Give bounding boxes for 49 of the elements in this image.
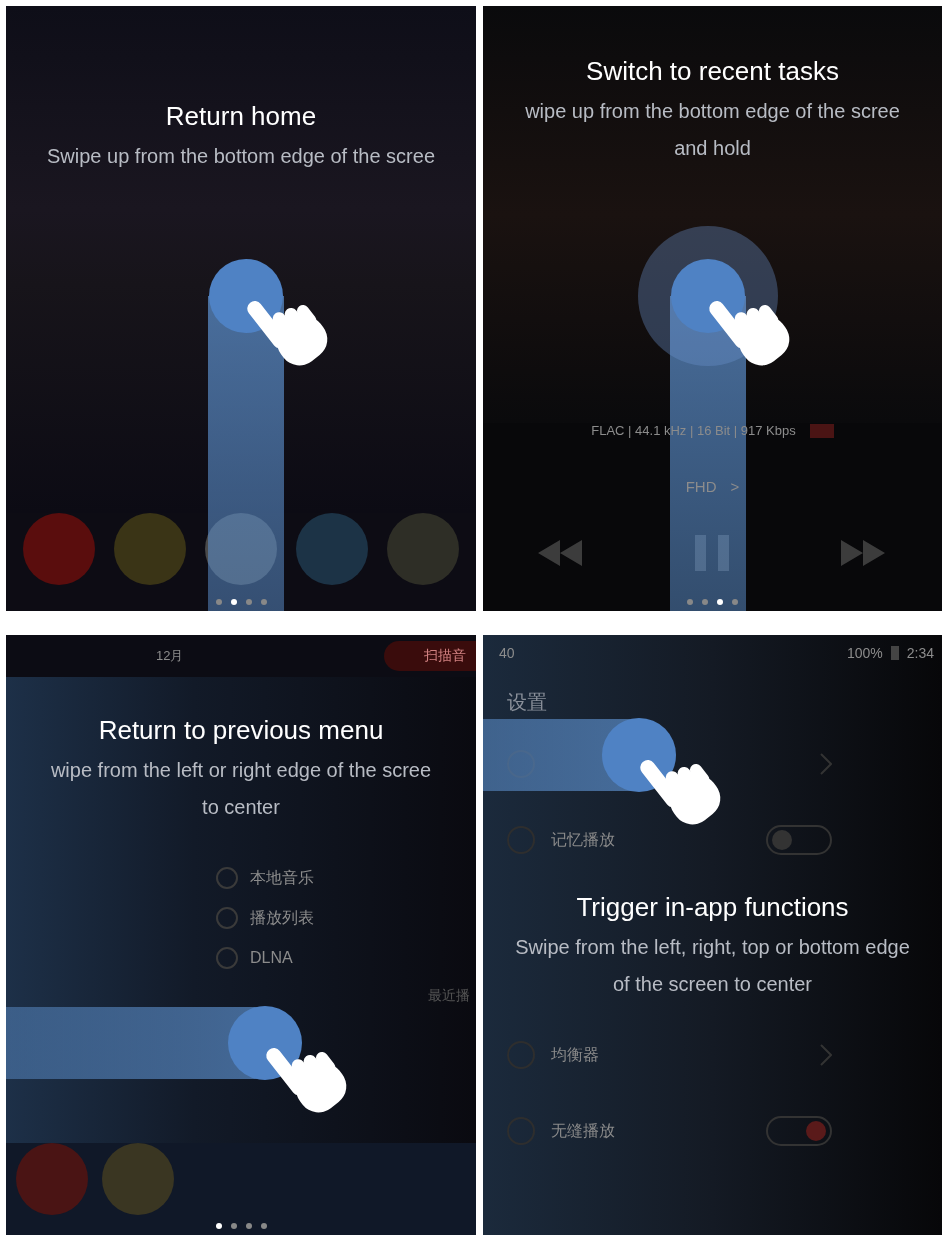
gesture-description: Swipe up from the bottom edge of the scree <box>47 144 435 169</box>
clock: 2:34 <box>906 645 934 661</box>
page-dot[interactable] <box>230 599 237 605</box>
gesture-description: Swipe from the left, right, top or bottom edge <box>515 935 910 960</box>
gesture-description: and hold <box>674 136 751 161</box>
page-dot[interactable] <box>687 599 693 605</box>
gesture-description: wipe up from the bottom edge of the scree <box>525 99 900 124</box>
menu-item[interactable]: 本地音乐 <box>250 867 314 889</box>
pause-icon[interactable] <box>693 535 732 571</box>
toggle-switch[interactable] <box>766 825 832 855</box>
page-dot[interactable] <box>702 599 708 605</box>
toggle-switch[interactable] <box>766 1116 832 1146</box>
menu-icon <box>216 867 238 889</box>
menu-icon <box>216 907 238 929</box>
chevron-icon <box>820 1044 832 1066</box>
volume-label: 40 <box>499 645 515 661</box>
quality-label: FHD <box>685 478 717 495</box>
battery-icon <box>890 646 899 660</box>
gesture-title: Trigger in-app functions <box>576 892 849 923</box>
menu-item[interactable]: 播放列表 <box>250 907 314 929</box>
page-dot[interactable] <box>230 1223 237 1229</box>
setting-label: 记忆播放 <box>551 829 615 850</box>
page-dot[interactable] <box>260 599 267 605</box>
gesture-description: to center <box>202 795 280 820</box>
menu-icon <box>216 947 238 969</box>
gesture-title: Return home <box>165 101 317 132</box>
format-tag <box>809 423 834 438</box>
page-dot[interactable] <box>717 599 723 605</box>
screen-title: 设置 <box>507 690 548 715</box>
setting-label: 均衡器 <box>551 1044 599 1065</box>
gesture-title: Switch to recent tasks <box>586 56 839 87</box>
scan-button[interactable]: 扫描音 <box>384 641 476 671</box>
setting-label: 无缝播放 <box>551 1120 615 1141</box>
page-dot[interactable] <box>245 599 252 605</box>
gesture-description: wipe from the left or right edge of the scree <box>50 758 432 783</box>
gesture-title: Return to previous menu <box>98 715 384 746</box>
page-dot[interactable] <box>215 599 222 605</box>
date-label: 12月 <box>156 647 184 665</box>
gesture-description: of the screen to center <box>613 972 812 997</box>
quality-arrow: > <box>730 478 740 495</box>
battery-level: 100% <box>846 645 883 661</box>
page-dot[interactable] <box>732 599 738 605</box>
recent-label: 最近播 <box>428 987 470 1005</box>
menu-item[interactable]: DLNA <box>250 949 293 967</box>
chevron-icon <box>820 753 832 775</box>
rewind-icon[interactable] <box>537 540 584 566</box>
page-dot[interactable] <box>245 1223 252 1229</box>
page-dot[interactable] <box>260 1223 267 1229</box>
page-dot[interactable] <box>215 1223 222 1229</box>
